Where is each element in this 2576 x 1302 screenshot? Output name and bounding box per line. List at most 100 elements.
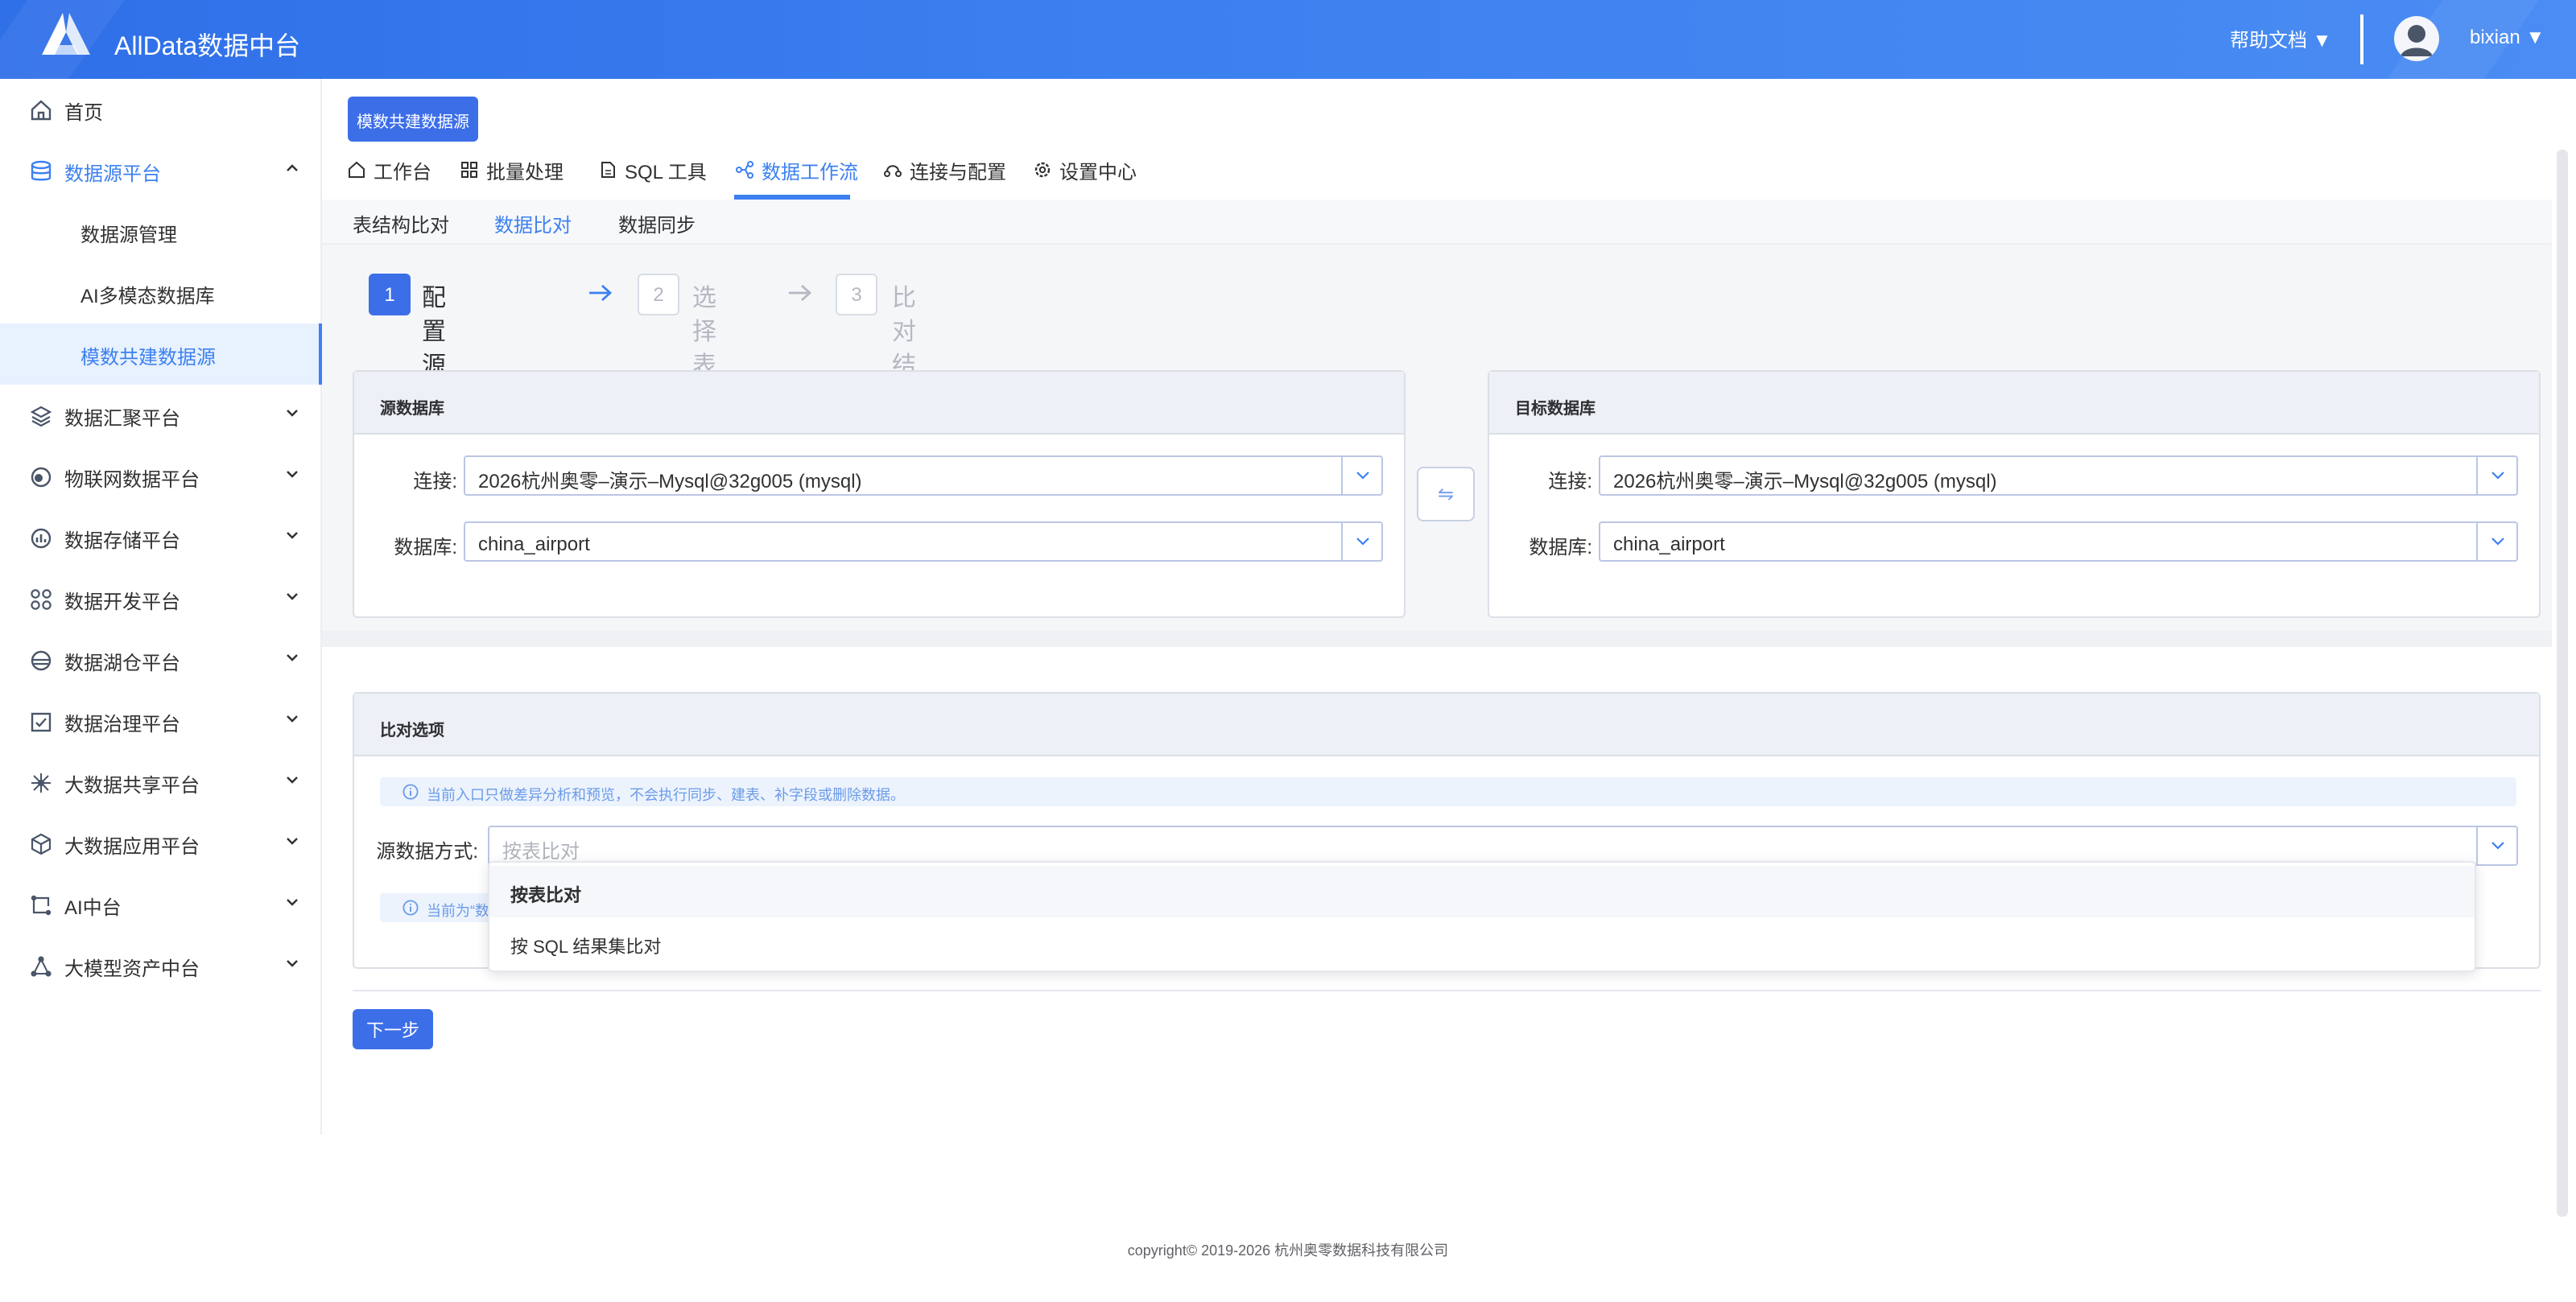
logo-icon — [42, 13, 90, 55]
avatar[interactable] — [2394, 16, 2439, 61]
subtab-schema-compare[interactable]: 表结构比对 — [353, 211, 449, 238]
home-icon — [349, 161, 365, 178]
source-connection-select[interactable]: 2026杭州奥零–演示–Mysql@32g005 (mysql) — [464, 455, 1383, 496]
step-number: 2 — [638, 274, 679, 315]
sidebar-item-label: 数据开发平台 — [64, 591, 181, 613]
sidebar-item-label: 数据湖仓平台 — [64, 652, 181, 674]
select-toggle[interactable] — [2476, 457, 2516, 494]
target-connection-select[interactable]: 2026杭州奥零–演示–Mysql@32g005 (mysql) — [1599, 455, 2518, 496]
sidebar-item-label: AI中台 — [64, 896, 122, 919]
dev-icon — [31, 589, 52, 610]
sidebar-item-label: 大数据应用平台 — [64, 835, 200, 858]
step-label: 选择表 — [692, 285, 717, 380]
chevron-down-icon — [287, 410, 298, 417]
storage-icon — [31, 528, 52, 549]
arrow-right-icon — [589, 284, 613, 302]
next-step-button[interactable]: 下一步 — [353, 1009, 433, 1049]
chevron-down-icon — [287, 471, 298, 478]
workflow-icon — [736, 161, 753, 179]
sidebar-item-application[interactable]: 大数据应用平台 — [0, 813, 322, 874]
sidebar-item-label: 首页 — [64, 101, 104, 124]
subtab-data-compare[interactable]: 数据比对 — [494, 211, 572, 238]
select-toggle[interactable] — [1341, 523, 1381, 560]
chevron-down-icon — [2491, 842, 2504, 850]
chevron-down-icon — [287, 532, 298, 539]
sidebar-item-home[interactable]: 首页 — [0, 79, 322, 140]
top-header: AllData数据中台 帮助文档 ▼ bixian ▼ — [0, 0, 2576, 79]
sidebar-item-ai-multimodal-db[interactable]: AI多模态数据库 — [0, 262, 322, 323]
sidebar-item-label: 数据源管理 — [80, 224, 178, 246]
select-toggle[interactable] — [1341, 457, 1381, 494]
chevron-down-icon — [287, 777, 298, 784]
sidebar-item-ai-platform[interactable]: AI中台 — [0, 874, 322, 935]
tab-label: 数据工作流 — [762, 161, 859, 183]
sidebar-item-label: 模数共建数据源 — [80, 346, 217, 369]
sidebar-item-iot[interactable]: 物联网数据平台 — [0, 446, 322, 507]
sidebar-item-data-aggregation[interactable]: 数据汇聚平台 — [0, 385, 322, 446]
govern-icon — [31, 712, 52, 732]
source-database-select[interactable]: china_airport — [464, 521, 1383, 562]
subtab-data-sync[interactable]: 数据同步 — [618, 211, 696, 238]
file-icon — [601, 162, 615, 178]
app-title: AllData数据中台 — [114, 34, 301, 61]
sidebar-item-lakehouse[interactable]: 数据湖仓平台 — [0, 629, 322, 690]
step-number: 1 — [369, 274, 411, 315]
select-value: china_airport — [478, 533, 590, 555]
sidebar-item-model-datasource[interactable]: 模数共建数据源 — [0, 323, 322, 385]
select-value: 2026杭州奥零–演示–Mysql@32g005 (mysql) — [1613, 470, 1997, 492]
source-db-card: 源数据库 连接: 2026杭州奥零–演示–Mysql@32g005 (mysql… — [353, 370, 1406, 618]
sidebar-item-label: 大数据共享平台 — [64, 774, 200, 797]
sub-tabs: 表结构比对 数据比对 数据同步 — [322, 200, 2552, 245]
cube-icon — [31, 833, 52, 855]
sidebar-item-sharing[interactable]: 大数据共享平台 — [0, 752, 322, 813]
mode-label: 源数据方式: — [376, 840, 478, 863]
sidebar: 首页 数据源平台 数据源管理 AI多模态数据库 模数共建数据源 数据汇聚平台 物… — [0, 79, 322, 1135]
connection-label: 连接: — [1548, 470, 1592, 492]
select-toggle[interactable] — [2476, 523, 2516, 560]
sidebar-item-llm-assets[interactable]: 大模型资产中台 — [0, 935, 322, 996]
arrow-right-icon — [789, 284, 812, 302]
target-db-card: 目标数据库 连接: 2026杭州奥零–演示–Mysql@32g005 (mysq… — [1488, 370, 2541, 618]
step-number: 3 — [836, 274, 877, 315]
sidebar-item-storage[interactable]: 数据存储平台 — [0, 507, 322, 568]
select-value: china_airport — [1613, 533, 1725, 555]
help-docs-menu[interactable]: 帮助文档 ▼ — [2230, 26, 2331, 53]
sidebar-item-datasource-platform[interactable]: 数据源平台 — [0, 140, 322, 201]
card-title: 源数据库 — [354, 372, 1404, 435]
chevron-down-icon — [2491, 538, 2504, 546]
database-label: 数据库: — [1529, 536, 1592, 558]
option-label: 按表比对 — [510, 887, 581, 906]
share-icon — [31, 773, 51, 793]
info-text: 当前入口只做差异分析和预览，不会执行同步、建表、补字段或删除数据。 — [427, 787, 906, 803]
dropdown-option-by-table[interactable]: 按表比对 — [489, 866, 2475, 917]
home-icon — [31, 100, 52, 121]
sidebar-item-label: 数据治理平台 — [64, 713, 181, 735]
select-value: 2026杭州奥零–演示–Mysql@32g005 (mysql) — [478, 470, 862, 492]
source-mode-select[interactable]: 按表比对 — [488, 826, 2518, 866]
iot-icon — [31, 467, 52, 488]
chevron-down-icon — [287, 654, 298, 661]
database-label: 数据库: — [394, 536, 457, 558]
page-tag[interactable]: 模数共建数据源 — [348, 97, 478, 142]
sidebar-item-label: 物联网数据平台 — [64, 468, 200, 491]
target-database-select[interactable]: china_airport — [1599, 521, 2518, 562]
tab-label: 工作台 — [374, 161, 432, 183]
info-alert-mode: 当前为“数 — [380, 893, 493, 922]
user-avatar-icon — [2401, 25, 2433, 56]
info-icon — [402, 784, 419, 800]
chevron-up-icon — [287, 164, 298, 171]
sidebar-item-label: AI多模态数据库 — [80, 285, 215, 307]
dropdown-option-by-sql[interactable]: 按 SQL 结果集比对 — [489, 917, 2475, 969]
sidebar-item-governance[interactable]: 数据治理平台 — [0, 690, 322, 752]
user-menu[interactable]: bixian ▼ — [2470, 26, 2545, 48]
lake-icon — [31, 650, 52, 671]
ai-icon — [31, 895, 52, 916]
chevron-down-icon — [287, 960, 298, 967]
swap-button[interactable]: ⇋ — [1417, 467, 1475, 521]
chevron-down-icon — [287, 715, 298, 723]
sidebar-item-development[interactable]: 数据开发平台 — [0, 568, 322, 629]
sidebar-item-datasource-manage[interactable]: 数据源管理 — [0, 201, 322, 262]
scrollbar[interactable] — [2557, 150, 2568, 1217]
select-toggle[interactable] — [2476, 827, 2516, 864]
footer-copyright: copyright© 2019-2026 杭州奥零数据科技有限公司 — [1127, 1242, 1449, 1259]
